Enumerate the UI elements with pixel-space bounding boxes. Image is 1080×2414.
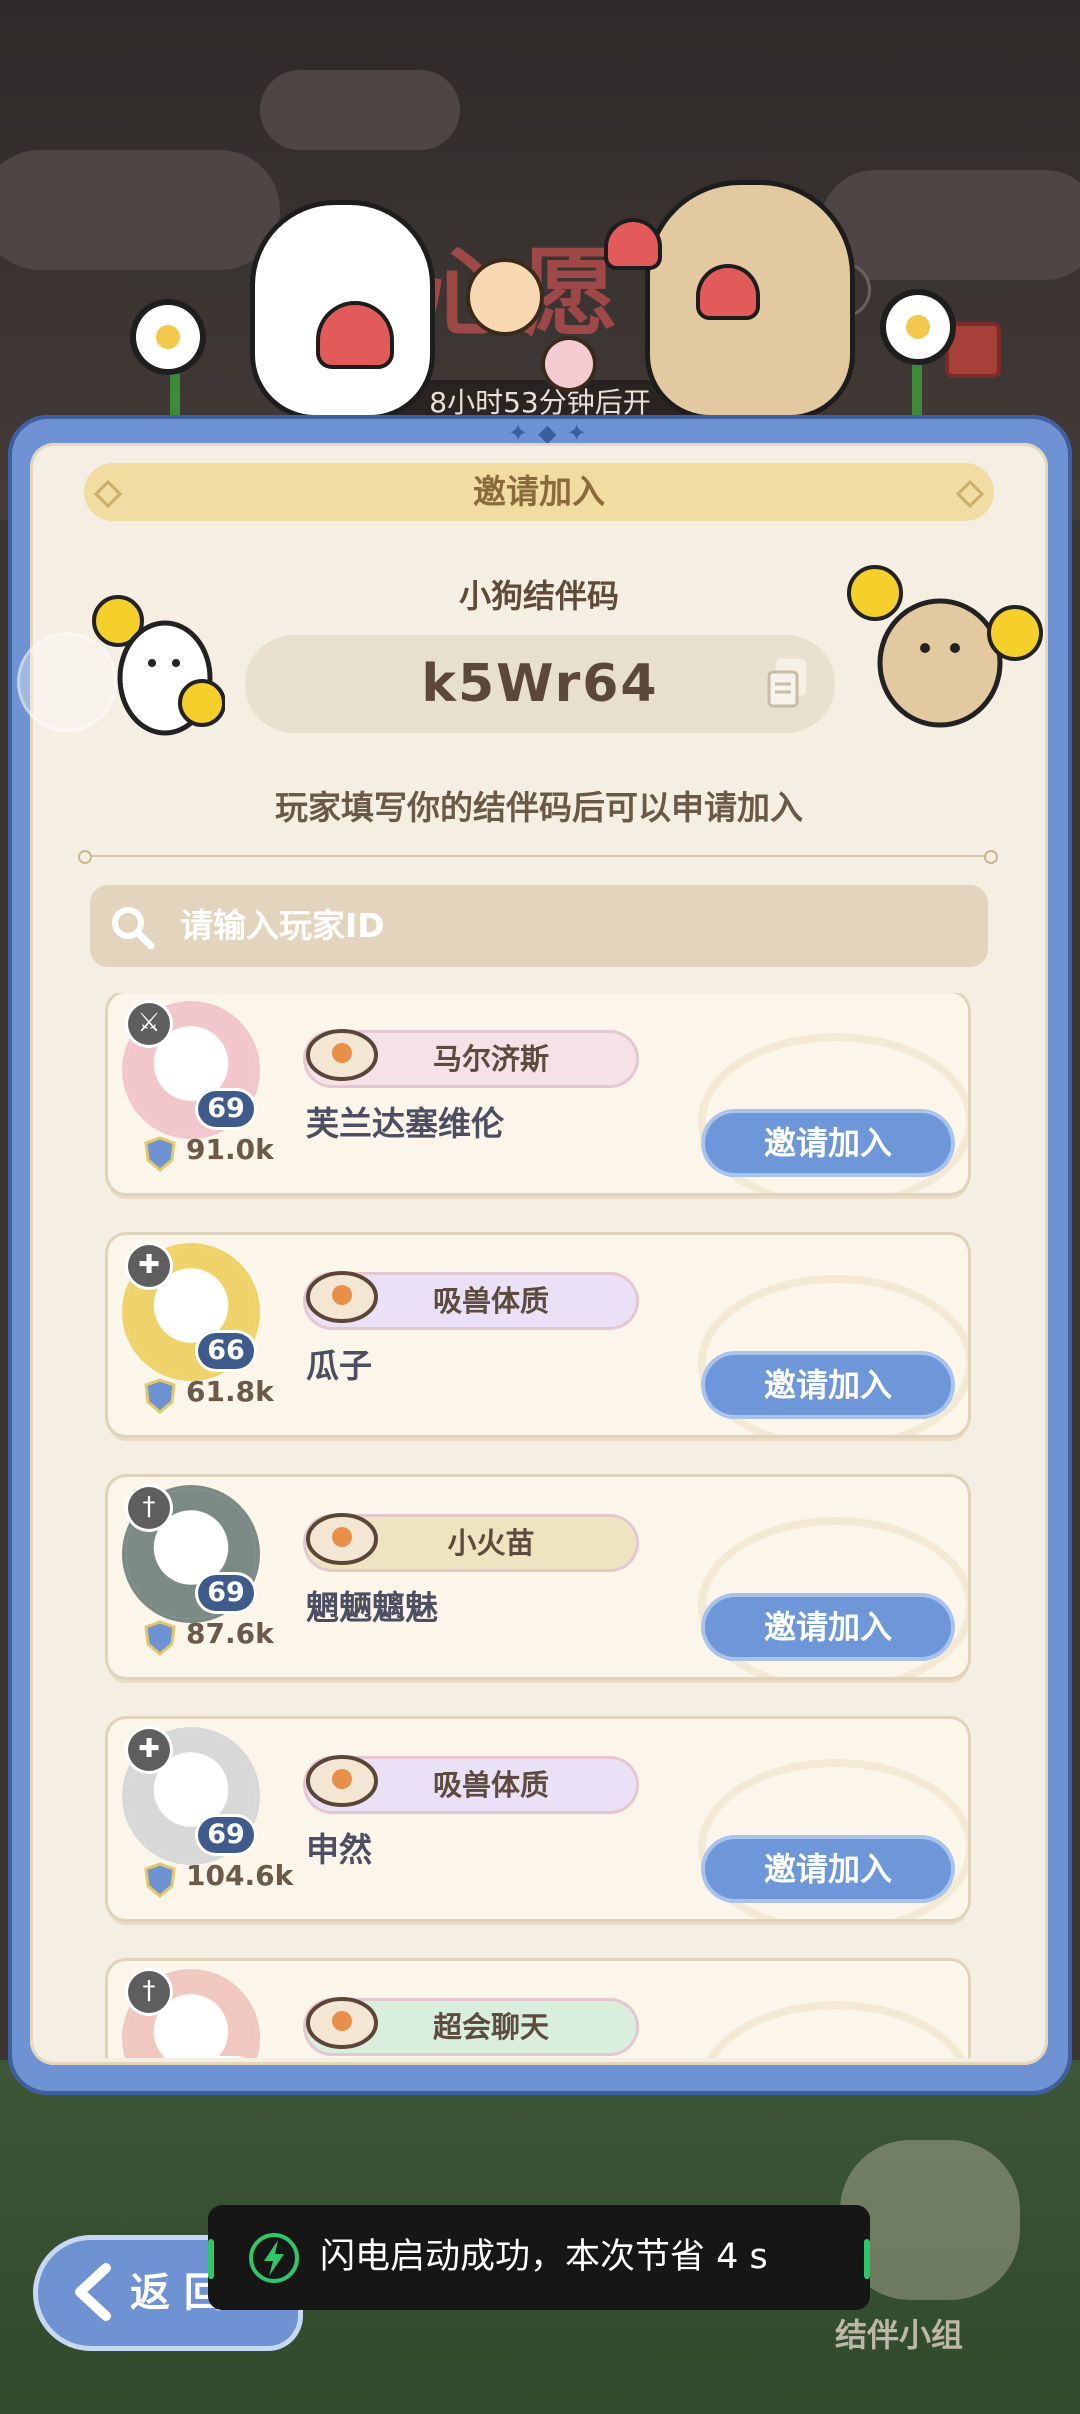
player-card: ✚ 69 104.6k 吸兽体质 申然 邀请加入 <box>108 1719 968 1919</box>
player-tag-label: 小火苗 <box>447 1526 535 1560</box>
player-level: 69 <box>198 1091 254 1127</box>
player-name: 芙兰达塞维伦 <box>306 1104 504 1143</box>
copy-icon[interactable] <box>765 658 809 710</box>
player-id-search[interactable]: 请输入玩家ID <box>90 885 988 967</box>
crossed-swords-icon: ⚔ <box>128 1003 170 1045</box>
sword-icon: † <box>128 1971 170 2013</box>
search-input-placeholder: 请输入玩家ID <box>180 906 385 945</box>
power-shield-icon <box>144 1136 176 1172</box>
flower-stem <box>170 360 180 420</box>
heart-icon <box>608 222 658 266</box>
divider <box>78 850 998 864</box>
cloud <box>260 70 460 150</box>
player-power: 104.6k <box>186 1859 294 1892</box>
gift-icon[interactable] <box>945 322 1001 378</box>
chat-bubble-icon[interactable] <box>20 635 114 729</box>
shield-cross-icon: ✚ <box>128 1245 170 1287</box>
player-card: ✚ 66 61.8k 吸兽体质 瓜子 邀请加入 <box>108 1235 968 1435</box>
flower-icon <box>136 305 200 369</box>
player-tag: 马尔济斯 <box>306 1029 636 1085</box>
player-card: † 69 87.6k 小火苗 魍魉魑魅 邀请加入 <box>108 1477 968 1677</box>
invite-button[interactable]: 邀请加入 <box>705 1355 951 1415</box>
player-level: 69 <box>198 1575 254 1611</box>
code-hint: 玩家填写你的结伴码后可以申请加入 <box>275 788 803 827</box>
companion-group-label[interactable]: 结伴小组 <box>835 2310 963 2356</box>
invite-panel: ✦◆✦ 邀请加入 小狗结伴码 k5Wr64 玩家填写你的结伴码后可以申请加入 请… <box>8 415 1072 2095</box>
player-tag-label: 超会聊天 <box>432 2010 549 2044</box>
lightning-icon <box>249 2233 299 2283</box>
flower-icon <box>886 295 950 359</box>
panel-title: 邀请加入 <box>473 472 605 511</box>
player-card: † 69 超会聊天 小雪乞 邀请加入 <box>108 1961 968 2058</box>
player-power: 61.8k <box>186 1375 274 1408</box>
cheer-dog-brown-icon <box>847 565 1043 728</box>
player-card: ⚔ 69 91.0k 马尔济斯 芙兰达塞维伦 邀请加入 <box>108 993 968 1193</box>
player-level: 66 <box>198 1333 254 1369</box>
toast-message: 闪电启动成功，本次节省 4 s <box>320 2237 768 2277</box>
player-level: 69 <box>198 1817 254 1853</box>
companion-code: k5Wr64 <box>245 635 835 733</box>
diamond-icon <box>93 479 123 509</box>
player-tag: 吸兽体质 <box>306 1755 636 1811</box>
player-list[interactable]: ⚔ 69 91.0k 马尔济斯 芙兰达塞维伦 邀请加入 ✚ 66 61.8k 吸… <box>30 993 1048 2058</box>
panel-title-ribbon: 邀请加入 <box>84 463 994 521</box>
card-watermark <box>698 2001 968 2058</box>
player-name: 瓜子 <box>306 1346 372 1385</box>
power-shield-icon <box>144 1862 176 1898</box>
player-tag: 超会聊天 <box>306 1997 636 2053</box>
shield-cross-icon: ✚ <box>128 1729 170 1771</box>
toast-accent <box>864 2239 870 2279</box>
flower-stem <box>912 350 922 420</box>
panel-body: 邀请加入 小狗结伴码 k5Wr64 玩家填写你的结伴码后可以申请加入 请输入玩家… <box>20 443 1048 2065</box>
invite-button[interactable]: 邀请加入 <box>705 1839 951 1899</box>
flower-icon <box>545 340 593 388</box>
player-tag: 吸兽体质 <box>306 1271 636 1327</box>
player-tag-label: 吸兽体质 <box>432 1284 549 1318</box>
toast-notification: 闪电启动成功，本次节省 4 s <box>208 2205 870 2310</box>
player-power: 91.0k <box>186 1133 274 1166</box>
cloud <box>0 150 280 270</box>
back-arrow-icon <box>75 2263 111 2321</box>
player-tag-label: 马尔济斯 <box>432 1042 549 1076</box>
player-name: 申然 <box>306 1830 372 1869</box>
sword-icon: † <box>128 1487 170 1529</box>
diamond-icon <box>955 479 985 509</box>
heart-icon <box>700 268 756 316</box>
cloud <box>820 170 1080 280</box>
invite-button[interactable]: 邀请加入 <box>705 1597 951 1657</box>
player-name: 魍魉魑魅 <box>306 1588 438 1627</box>
search-icon <box>112 907 155 950</box>
power-shield-icon <box>144 1378 176 1414</box>
flower-icon <box>470 262 540 332</box>
player-tag-label: 吸兽体质 <box>432 1768 549 1802</box>
toast-accent <box>208 2239 214 2279</box>
invite-button[interactable]: 邀请加入 <box>705 1113 951 1173</box>
power-shield-icon <box>144 1620 176 1656</box>
player-power: 87.6k <box>186 1617 274 1650</box>
player-tag: 小火苗 <box>306 1513 636 1569</box>
